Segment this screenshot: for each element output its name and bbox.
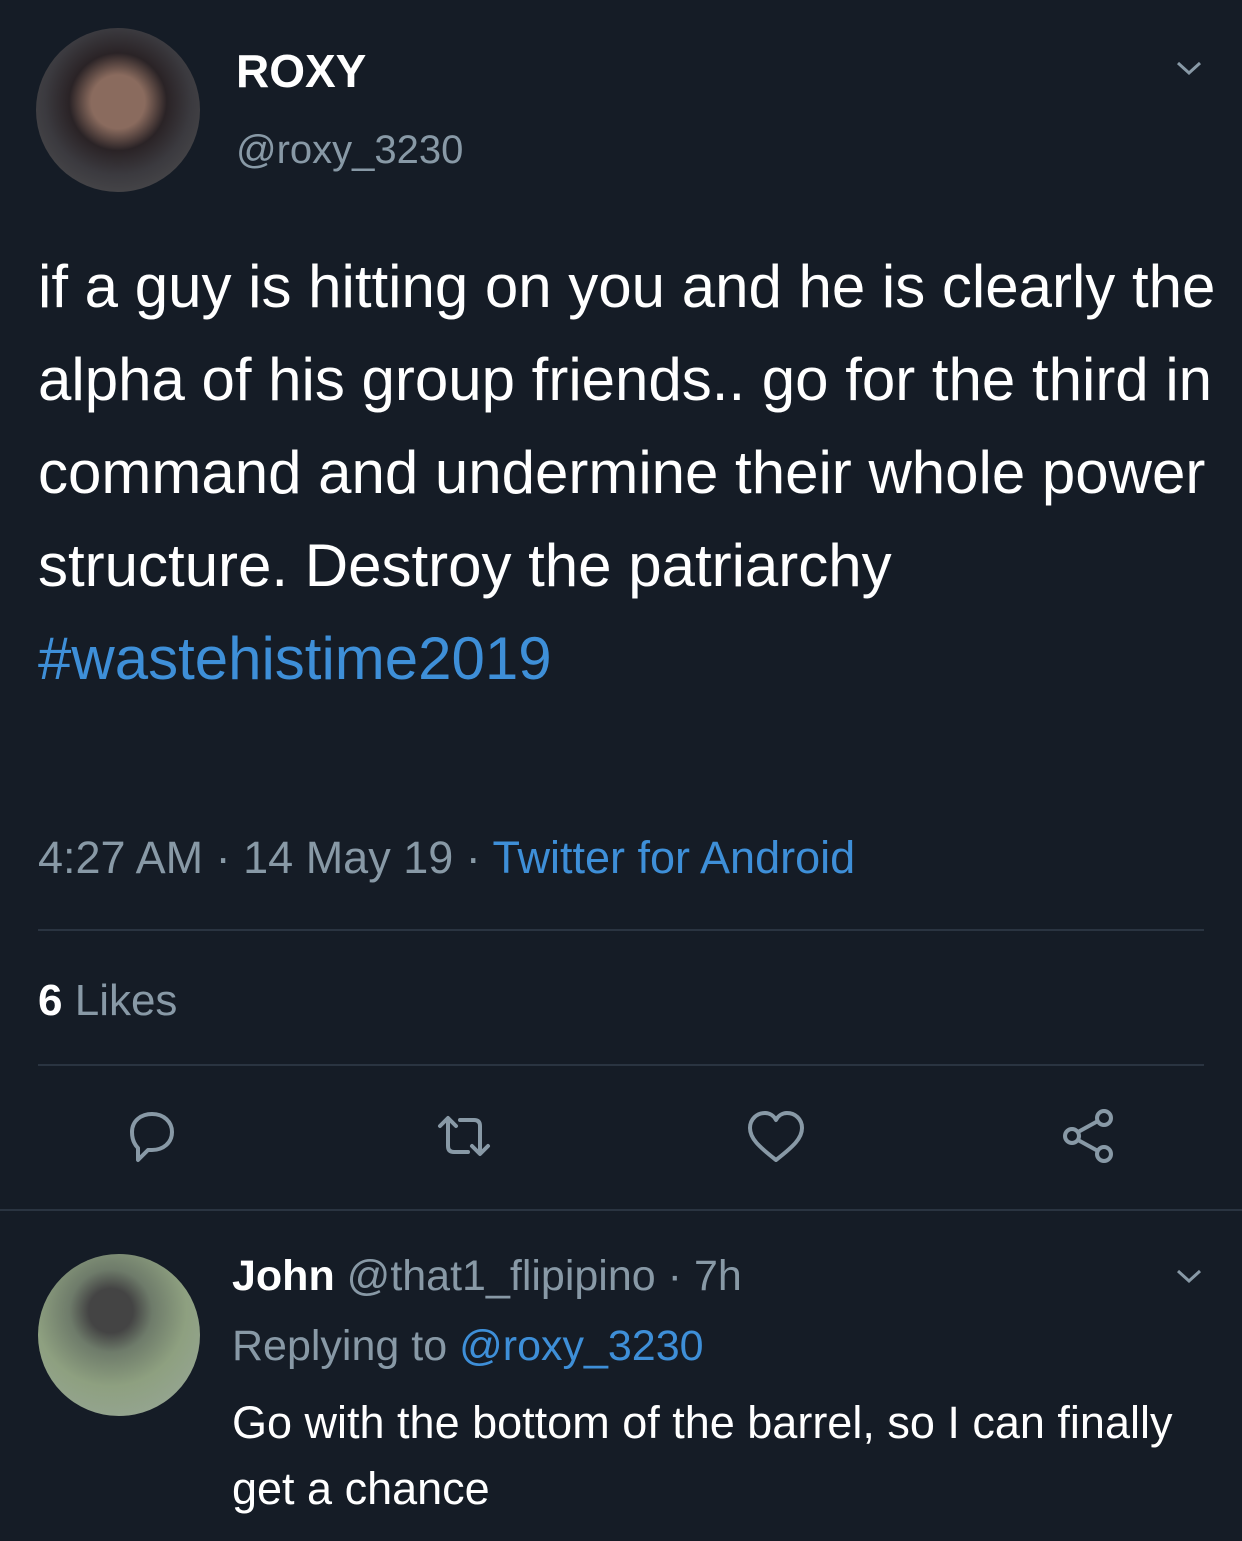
reply-display-name[interactable]: John [232, 1252, 335, 1300]
chevron-down-icon[interactable] [1176, 60, 1202, 76]
hashtag-link[interactable]: #wastehistime2019 [38, 625, 552, 692]
reply-handle[interactable]: @that1_flipipino [347, 1252, 656, 1300]
reply-icon[interactable] [122, 1106, 182, 1166]
replying-label: Replying to [232, 1322, 448, 1370]
user-handle[interactable]: @roxy_3230 [236, 128, 463, 173]
meta-separator: · [667, 1252, 682, 1300]
tweet-text: if a guy is hitting on you and he is cle… [38, 240, 1218, 705]
reply-text: Go with the bottom of the barrel, so I c… [232, 1397, 1173, 1514]
divider [38, 929, 1204, 931]
likes-label: Likes [74, 976, 178, 1025]
chevron-down-icon[interactable] [1176, 1268, 1202, 1284]
divider [38, 1064, 1204, 1066]
likes-number: 6 [38, 976, 63, 1025]
tweet-body: if a guy is hitting on you and he is cle… [38, 253, 1216, 599]
divider [0, 1209, 1242, 1211]
avatar[interactable] [36, 28, 200, 192]
meta-separator: · [215, 832, 231, 883]
reply-avatar[interactable] [38, 1254, 200, 1416]
mention-link[interactable]: @roxy_3230 [459, 1322, 703, 1370]
heart-icon[interactable] [746, 1108, 806, 1168]
replying-to: Replying to @roxy_3230 [232, 1322, 704, 1371]
reply-age: 7h [693, 1252, 742, 1300]
tweet-meta: 4:27 AM · 14 May 19 · Twitter for Androi… [38, 832, 855, 884]
retweet-icon[interactable] [434, 1106, 494, 1166]
meta-separator: · [465, 832, 481, 883]
display-name[interactable]: ROXY [236, 44, 366, 98]
share-icon[interactable] [1058, 1106, 1118, 1166]
tweet-source-link[interactable]: Twitter for Android [492, 832, 855, 883]
reply-header: John @that1_flipipino · 7h [232, 1252, 742, 1301]
tweet-time: 4:27 AM [38, 832, 204, 883]
likes-count[interactable]: 6 Likes [38, 976, 177, 1026]
tweet-date: 14 May 19 [243, 832, 454, 883]
